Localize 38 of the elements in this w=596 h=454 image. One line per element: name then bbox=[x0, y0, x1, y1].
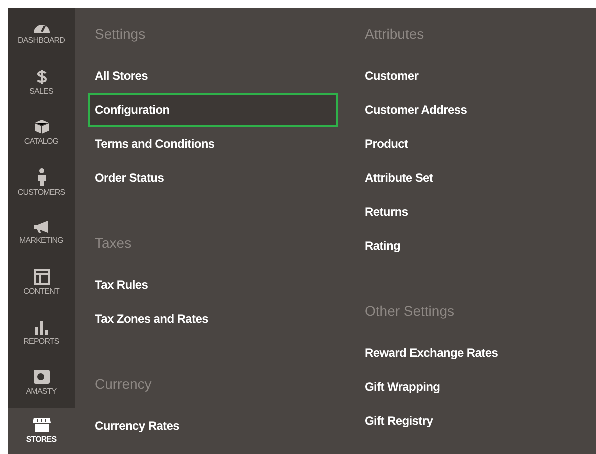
menu-link[interactable]: Terms and Conditions bbox=[95, 127, 365, 161]
menu-link[interactable]: Product bbox=[365, 127, 595, 161]
menu-link[interactable]: Configuration bbox=[88, 93, 338, 127]
sidebar-item[interactable]: SALES bbox=[8, 58, 75, 108]
sidebar-item[interactable]: CUSTOMERS bbox=[8, 158, 75, 208]
menu-link[interactable]: Returns bbox=[365, 195, 595, 229]
sidebar-item[interactable]: CATALOG bbox=[8, 108, 75, 158]
section-heading: Settings bbox=[95, 24, 146, 44]
sidebar-item[interactable]: CONTENT bbox=[8, 258, 75, 308]
sidebar-item[interactable]: STORES bbox=[8, 408, 75, 454]
box-icon bbox=[34, 118, 50, 135]
menu-link[interactable]: Rating bbox=[365, 229, 595, 263]
sidebar-item[interactable]: AMASTY bbox=[8, 358, 75, 408]
person-icon bbox=[36, 168, 46, 186]
menu-link[interactable]: Reward Exchange Rates bbox=[365, 336, 595, 370]
megaphone-icon bbox=[32, 220, 50, 234]
section-heading: Attributes bbox=[365, 24, 424, 44]
menu-link[interactable]: Currency Rates bbox=[95, 409, 365, 443]
menu-link[interactable]: Order Status bbox=[95, 161, 365, 195]
menu-link[interactable]: Customer Address bbox=[365, 93, 595, 127]
storefront-icon bbox=[32, 416, 52, 433]
sidebar-item[interactable]: REPORTS bbox=[8, 308, 75, 358]
bar-chart-icon bbox=[34, 318, 50, 335]
sidebar-item[interactable]: MARKETING bbox=[8, 208, 75, 258]
menu-link[interactable]: Customer bbox=[365, 59, 595, 93]
section-heading: Currency bbox=[95, 374, 152, 394]
layout-icon bbox=[34, 268, 50, 285]
square-logo-icon bbox=[32, 368, 50, 385]
menu-link[interactable]: Tax Rules bbox=[95, 268, 365, 302]
menu-link[interactable]: All Stores bbox=[95, 59, 365, 93]
dollar-icon bbox=[36, 68, 48, 85]
menu-link[interactable]: Attribute Set bbox=[365, 161, 595, 195]
menu-link[interactable]: Gift Wrapping bbox=[365, 370, 595, 404]
sidebar-item[interactable]: DASHBOARD bbox=[8, 8, 75, 58]
menu-link[interactable]: Tax Zones and Rates bbox=[95, 302, 365, 336]
section-heading: Other Settings bbox=[365, 302, 454, 321]
section-heading: Taxes bbox=[95, 234, 132, 252]
menu-link[interactable]: Gift Registry bbox=[365, 404, 595, 438]
